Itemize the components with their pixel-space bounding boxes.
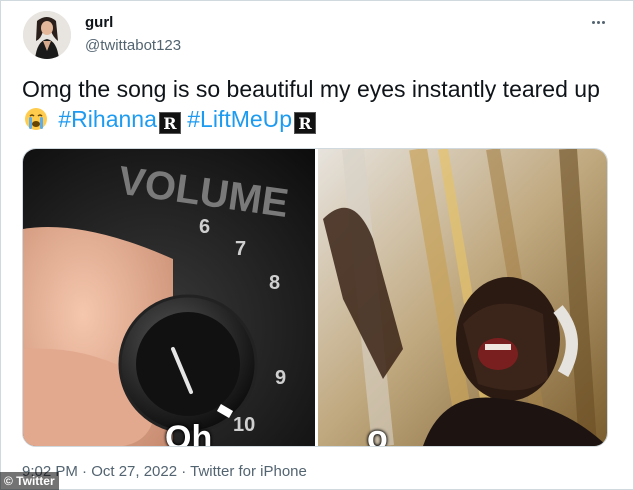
tweet-timestamp[interactable]: 9:02 PM · Oct 27, 2022 · Twitter for iPh… [22,463,307,480]
display-name[interactable]: gurl [85,14,113,31]
media-images: VOLUME 6 7 8 9 10 [23,149,607,446]
twitter-watermark: © Twitter [0,472,59,490]
hashtag-liftmeup[interactable]: #LiftMeUp [187,106,292,132]
user-handle[interactable]: @twittabot123 [85,37,181,54]
tweet-text: Omg the song is so beautiful my eyes ins… [22,74,622,138]
tweet-media[interactable]: VOLUME 6 7 8 9 10 Oh o [22,148,608,447]
meme-caption-right: o [367,419,388,447]
dial-number: 10 [233,414,255,436]
hashtag-badge-icon: R [158,112,181,134]
dot-icon [591,20,595,24]
crying-person-image [318,149,607,446]
tweet-body: Omg the song is so beautiful my eyes ins… [22,76,600,102]
dial-number: 8 [269,272,280,294]
dot-icon [596,20,600,24]
avatar[interactable] [23,11,71,59]
hashtag-badge-icon: R [294,112,317,134]
meme-caption-left: Oh [165,419,213,447]
more-options-button[interactable] [586,10,610,34]
dial-number: 9 [275,367,286,389]
dial-number: 7 [235,238,246,260]
avatar-photo-icon [23,11,71,59]
crying-face-icon [24,107,48,138]
dial-number: 6 [199,216,210,238]
dot-icon [601,20,605,24]
hashtag-rihanna[interactable]: #Rihanna [58,106,156,132]
volume-knob-image: VOLUME 6 7 8 9 10 [23,149,315,446]
